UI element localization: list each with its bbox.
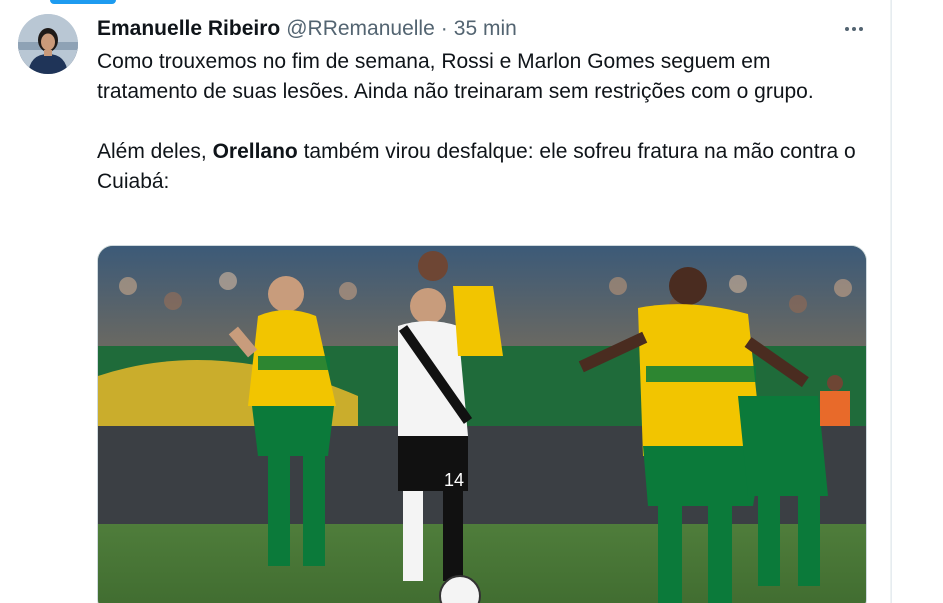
- tweet-bold-name: Orellano: [212, 140, 298, 163]
- tweet-paragraph-1: Como trouxemos no fim de semana, Rossi e…: [97, 50, 814, 103]
- header-separator: ·: [440, 17, 448, 40]
- tweet-text: Como trouxemos no fim de semana, Rossi e…: [97, 47, 857, 197]
- author-handle[interactable]: @RRemanuelle: [286, 17, 435, 41]
- tweet-paragraph-2-start: Além deles,: [97, 140, 213, 163]
- tweet-article[interactable]: Emanuelle Ribeiro @RRemanuelle · 35 min …: [0, 0, 891, 603]
- player-number: 14: [444, 470, 464, 490]
- tweet-photo[interactable]: 14: [97, 245, 867, 603]
- tweet-header: Emanuelle Ribeiro @RRemanuelle · 35 min: [97, 16, 517, 42]
- avatar[interactable]: [18, 14, 78, 74]
- more-horizontal-icon: [845, 27, 863, 31]
- more-options-button[interactable]: [836, 14, 872, 44]
- right-divider: [891, 0, 892, 603]
- football-match-photo: 14: [98, 246, 866, 603]
- tweet-paragraph-2: Além deles, Orellano também virou desfal…: [97, 137, 857, 197]
- author-display-name[interactable]: Emanuelle Ribeiro: [97, 17, 280, 41]
- top-accent-bar: [50, 0, 116, 4]
- avatar-image: [18, 14, 78, 74]
- tweet-timestamp[interactable]: 35 min: [454, 17, 517, 41]
- tweet-page: Emanuelle Ribeiro @RRemanuelle · 35 min …: [0, 0, 943, 603]
